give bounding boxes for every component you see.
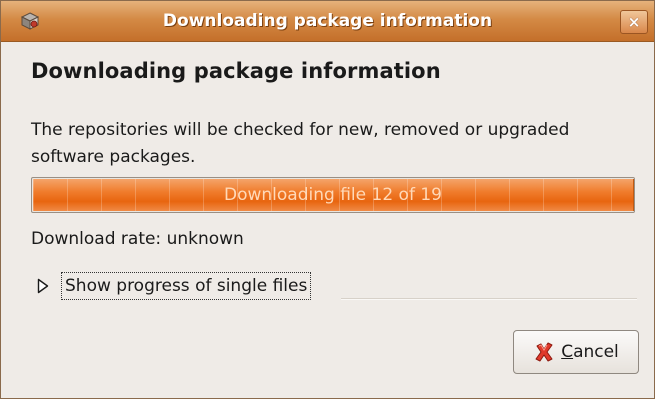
download-rate-label: Download rate: unknown [31, 229, 244, 249]
dialog-heading: Downloading package information [31, 59, 441, 83]
window-title: Downloading package information [162, 11, 493, 31]
progress-bar-text: Downloading file 12 of 19 [224, 185, 442, 205]
dialog-description: The repositories will be checked for new… [31, 120, 570, 167]
close-icon: × [627, 13, 641, 31]
title-bar[interactable]: Downloading package information × [1, 1, 654, 42]
progress-bar: Downloading file 12 of 19 [31, 177, 635, 213]
expander-arrow-icon[interactable] [37, 278, 49, 294]
expander-label[interactable]: Show progress of single files [61, 272, 312, 300]
cancel-button-label: Cancel [561, 342, 619, 362]
dialog-window: Downloading package information × Downlo… [0, 0, 655, 399]
cancel-x-icon [535, 342, 553, 362]
cancel-button[interactable]: Cancel [513, 330, 639, 374]
separator [341, 298, 637, 300]
close-button[interactable]: × [620, 10, 648, 34]
details-expander[interactable]: Show progress of single files [31, 271, 637, 301]
